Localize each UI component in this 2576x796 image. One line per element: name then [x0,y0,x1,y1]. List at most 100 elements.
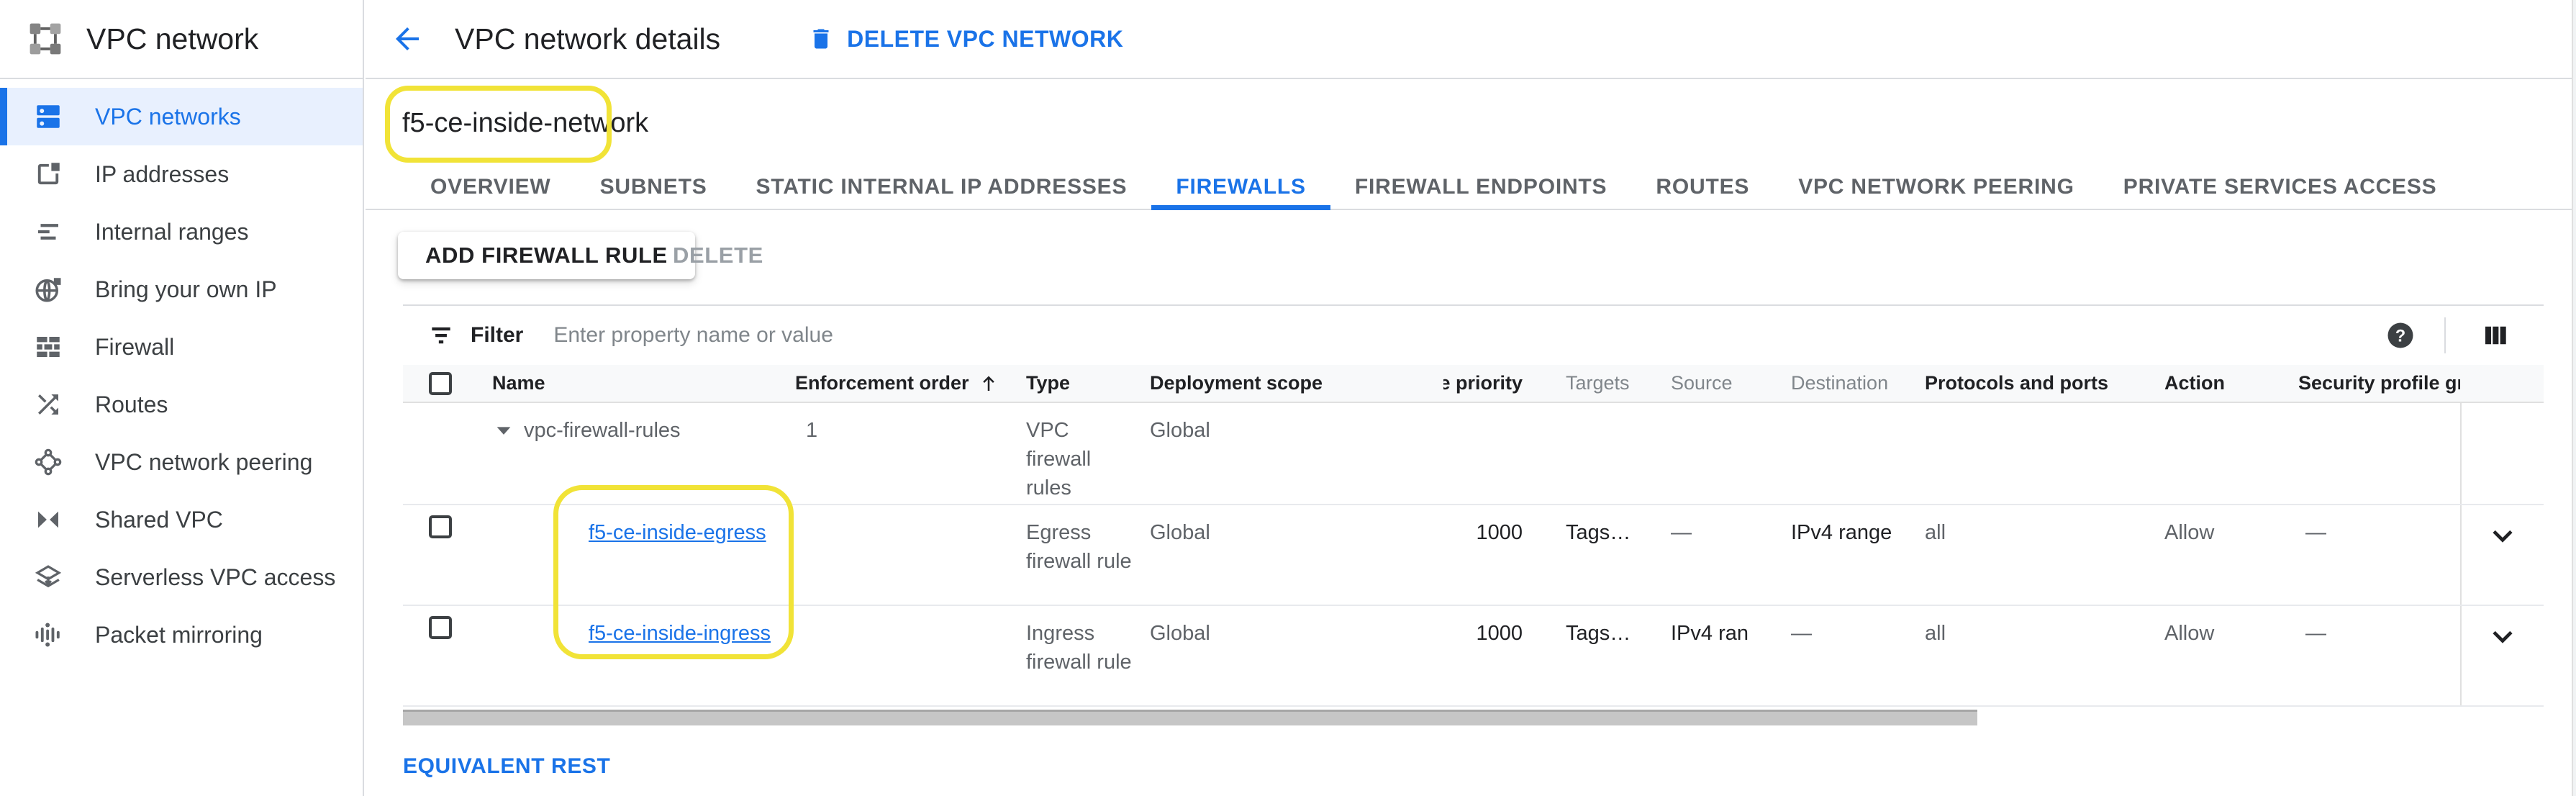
cell-type: VPC firewall rules [1018,403,1144,504]
tabs-bar: OVERVIEW SUBNETS STATIC INTERNAL IP ADDR… [366,166,2576,210]
packet-mirroring-icon [33,620,63,650]
sidebar-item-label: Packet mirroring [95,622,263,648]
cell-protocols-and-ports: all [1918,606,2157,705]
internal-ranges-icon [33,217,63,247]
sidebar-item-routes[interactable]: Routes [0,376,363,433]
vpc-networks-icon [33,101,63,132]
vpc-network-logo-icon [26,19,65,58]
cell-targets: Tags… [1530,606,1664,705]
expand-row-chevron-icon[interactable] [2487,620,2518,652]
back-button[interactable] [390,22,425,56]
tab-firewall-endpoints[interactable]: FIREWALL ENDPOINTS [1330,166,1632,209]
tab-subnets[interactable]: SUBNETS [576,166,732,209]
column-header-targets[interactable]: Targets [1530,372,1664,394]
table-header-row: Name Enforcement order Type Deployment s… [403,365,2544,403]
group-name: vpc-firewall-rules [524,416,681,445]
firewall-icon [33,332,63,362]
sidebar-item-label: Routes [95,392,168,418]
cell-deployment-scope: Global [1144,606,1443,705]
sidebar-item-serverless-vpc-access[interactable]: Serverless VPC access [0,548,363,606]
sidebar-item-firewall[interactable]: Firewall [0,318,363,376]
horizontal-scrollbar-thumb[interactable] [403,710,1977,725]
column-header-deployment-scope[interactable]: Deployment scope [1144,372,1443,394]
cell-rule-priority: 1000 [1443,505,1530,605]
filter-label: Filter [471,323,523,348]
cell-deployment-scope: Global [1144,505,1443,605]
cell-type: Egress firewall rule [1018,505,1144,605]
cell-action: Allow [2157,606,2298,705]
column-display-options-icon[interactable] [2480,320,2511,350]
equivalent-rest-link[interactable]: EQUIVALENT REST [403,754,610,779]
column-header-name[interactable]: Name [468,372,788,394]
tab-firewalls[interactable]: FIREWALLS [1151,166,1330,209]
table-row-f5-ce-inside-egress: f5-ce-inside-egress Egress firewall rule… [403,505,2544,606]
sidebar-item-label: Bring your own IP [95,276,277,303]
trash-icon [808,26,834,52]
cell-source: — [1664,505,1784,605]
sidebar-header: VPC network [0,0,363,79]
cell-deployment-scope: Global [1144,403,1443,504]
row-checkbox[interactable] [429,515,452,538]
vpc-network-peering-icon [33,447,63,477]
sidebar-item-label: IP addresses [95,161,229,188]
tab-routes[interactable]: ROUTES [1631,166,1774,209]
cell-rule-priority: 1000 [1443,606,1530,705]
filter-bar: Filter ? [403,306,2544,365]
column-header-protocols-and-ports[interactable]: Protocols and ports [1918,372,2157,394]
column-header-enforcement-order[interactable]: Enforcement order [788,372,1018,394]
window-right-edge [2572,0,2576,796]
firewall-rule-link-egress[interactable]: f5-ce-inside-egress [589,521,766,544]
cell-destination: — [1784,606,1918,705]
sidebar-item-packet-mirroring[interactable]: Packet mirroring [0,606,363,664]
delete-vpc-network-button[interactable]: DELETE VPC NETWORK [808,26,1123,53]
sidebar: VPC network VPC networks IP addresses In… [0,0,364,796]
tab-vpc-network-peering[interactable]: VPC NETWORK PEERING [1774,166,2099,209]
sidebar-item-bring-your-own-ip[interactable]: Bring your own IP [0,261,363,318]
column-header-destination[interactable]: Destination [1784,372,1918,394]
arrow-back-icon [390,22,425,56]
sidebar-item-label: Firewall [95,334,174,361]
sidebar-item-label: Shared VPC [95,507,223,533]
sidebar-item-ip-addresses[interactable]: IP addresses [0,145,363,203]
tab-static-internal-ip-addresses[interactable]: STATIC INTERNAL IP ADDRESSES [732,166,1152,209]
sidebar-menu: VPC networks IP addresses Internal range… [0,79,363,664]
tab-private-services-access[interactable]: PRIVATE SERVICES ACCESS [2099,166,2462,209]
column-header-source[interactable]: Source [1664,372,1784,394]
cell-protocols-and-ports: all [1918,505,2157,605]
sidebar-item-label: Internal ranges [95,219,248,245]
select-all-checkbox[interactable] [429,372,452,395]
firewall-rules-table: Filter ? Name Enforcement order Type Dep… [403,304,2544,707]
row-checkbox[interactable] [429,616,452,639]
vpc-network-details-page: VPC network VPC networks IP addresses In… [0,0,2576,796]
column-header-type[interactable]: Type [1018,372,1144,394]
sidebar-item-shared-vpc[interactable]: Shared VPC [0,491,363,548]
tab-overview[interactable]: OVERVIEW [406,166,576,209]
delete-rule-button[interactable]: DELETE [651,232,785,279]
sidebar-item-label: VPC networks [95,104,241,130]
ip-addresses-icon [33,159,63,189]
cell-enforcement-order: 1 [788,403,1018,504]
cell-security-profile-group: — [2298,606,2460,705]
sort-ascending-icon [978,373,999,394]
collapse-expander-icon[interactable] [494,420,514,440]
column-header-security-profile-group[interactable]: Security profile group [2298,372,2460,394]
filter-input[interactable] [552,322,2385,348]
column-header-action[interactable]: Action [2157,372,2298,394]
sidebar-title: VPC network [86,22,258,56]
divider [2444,317,2446,353]
cell-source: IPv4 range [1664,606,1749,705]
filter-icon [427,322,455,349]
expand-row-chevron-icon[interactable] [2487,520,2518,551]
help-icon[interactable]: ? [2385,320,2416,350]
sidebar-item-vpc-networks[interactable]: VPC networks [0,88,363,145]
table-row-vpc-firewall-rules: vpc-firewall-rules 1 VPC firewall rules … [403,403,2544,505]
add-firewall-rule-button[interactable]: ADD FIREWALL RULE [398,232,695,279]
network-name: f5-ce-inside-network [402,108,648,139]
column-header-label: Enforcement order [795,372,969,394]
firewall-rule-link-ingress[interactable]: f5-ce-inside-ingress [589,622,771,645]
column-header-rule-priority[interactable]: Rule priority [1443,372,1530,394]
cell-security-profile-group: — [2298,505,2460,605]
sidebar-item-label: VPC network peering [95,449,312,476]
sidebar-item-internal-ranges[interactable]: Internal ranges [0,203,363,261]
sidebar-item-vpc-network-peering[interactable]: VPC network peering [0,433,363,491]
